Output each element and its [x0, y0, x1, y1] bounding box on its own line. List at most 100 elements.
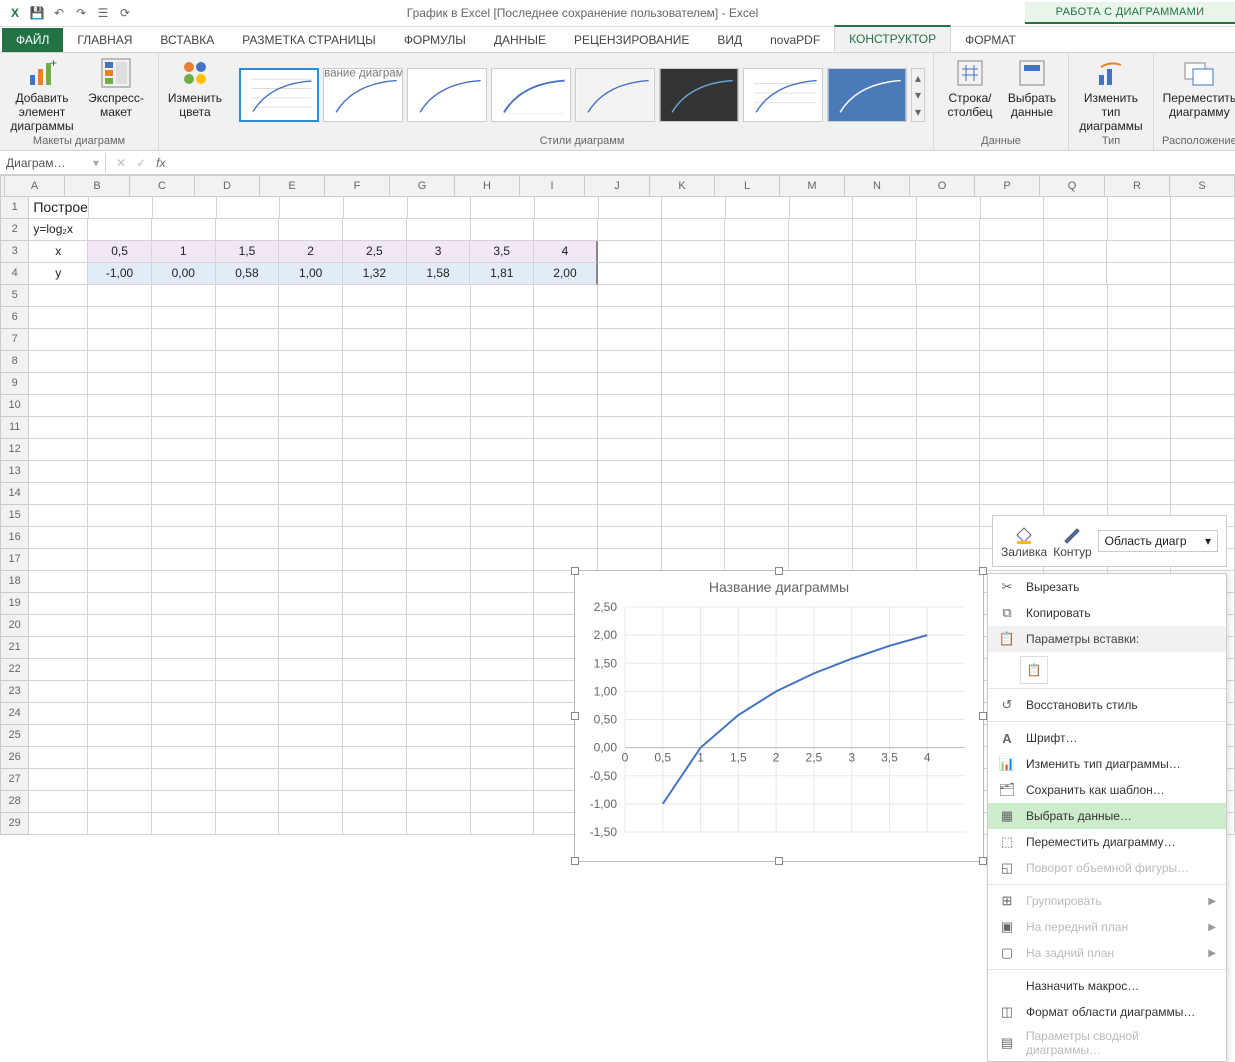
cell[interactable] [1108, 197, 1172, 219]
cell[interactable] [407, 791, 471, 813]
column-header[interactable]: F [325, 175, 390, 197]
cell[interactable] [88, 461, 152, 483]
cm-reset-style[interactable]: ↺Восстановить стиль [988, 692, 1226, 718]
cell[interactable] [279, 769, 343, 791]
cell[interactable] [343, 681, 407, 703]
cell[interactable] [1108, 461, 1172, 483]
cell[interactable] [598, 373, 662, 395]
cell[interactable] [725, 461, 789, 483]
cell[interactable] [853, 307, 917, 329]
cell[interactable] [1107, 263, 1171, 285]
cell[interactable]: 1,32 [343, 263, 407, 285]
cell[interactable] [598, 461, 662, 483]
cell[interactable] [216, 703, 280, 725]
cell[interactable] [29, 483, 88, 505]
cell[interactable] [917, 505, 981, 527]
touch-mode-icon[interactable]: ☰ [94, 4, 112, 22]
cell[interactable] [343, 219, 407, 241]
cell[interactable] [853, 395, 917, 417]
cell[interactable] [88, 791, 152, 813]
cell[interactable] [789, 549, 853, 571]
cell[interactable] [216, 593, 280, 615]
switch-rowcol-button[interactable]: Строка/столбец [942, 57, 998, 119]
cell[interactable] [725, 263, 789, 285]
cell[interactable] [725, 483, 789, 505]
cell[interactable] [980, 461, 1044, 483]
cell[interactable] [1171, 395, 1235, 417]
cell[interactable] [88, 571, 152, 593]
cell[interactable] [343, 395, 407, 417]
cell[interactable] [152, 505, 216, 527]
cell[interactable] [662, 263, 726, 285]
cell[interactable] [471, 329, 535, 351]
cell[interactable] [279, 593, 343, 615]
cell[interactable] [343, 769, 407, 791]
cell[interactable] [1044, 329, 1108, 351]
cell[interactable] [216, 483, 280, 505]
redo-icon[interactable]: ↷ [72, 4, 90, 22]
cm-cut[interactable]: ✂Вырезать [988, 574, 1226, 600]
cell[interactable] [725, 219, 789, 241]
tab-page-layout[interactable]: РАЗМЕТКА СТРАНИЦЫ [228, 28, 390, 52]
chart-title[interactable]: Название диаграммы [575, 571, 983, 599]
cell[interactable] [853, 285, 917, 307]
cell[interactable] [789, 439, 853, 461]
undo-icon[interactable]: ↶ [50, 4, 68, 22]
cell[interactable] [152, 571, 216, 593]
cell[interactable] [1108, 395, 1172, 417]
cell[interactable] [88, 219, 152, 241]
row-header[interactable]: 4 [0, 263, 29, 285]
cell[interactable] [29, 549, 88, 571]
cell[interactable] [343, 329, 407, 351]
cell[interactable] [471, 791, 535, 813]
cell[interactable] [343, 461, 407, 483]
cell[interactable]: 4 [534, 241, 598, 263]
row-header[interactable]: 11 [0, 417, 29, 439]
cell[interactable] [917, 549, 981, 571]
tab-insert[interactable]: ВСТАВКА [146, 28, 228, 52]
accept-icon[interactable]: ✓ [136, 156, 146, 170]
cell[interactable] [152, 681, 216, 703]
cell[interactable] [88, 593, 152, 615]
cell[interactable] [534, 483, 598, 505]
cell[interactable] [279, 329, 343, 351]
cell[interactable] [471, 571, 535, 593]
cell[interactable] [980, 483, 1044, 505]
tab-review[interactable]: РЕЦЕНЗИРОВАНИЕ [560, 28, 703, 52]
cell[interactable] [1171, 373, 1235, 395]
row-header[interactable]: 23 [0, 681, 29, 703]
cell[interactable] [279, 703, 343, 725]
cell[interactable] [535, 197, 599, 219]
cell[interactable] [662, 197, 726, 219]
cell[interactable] [598, 483, 662, 505]
row-header[interactable]: 22 [0, 659, 29, 681]
row-header[interactable]: 1 [0, 197, 29, 219]
cell[interactable] [279, 395, 343, 417]
cell[interactable] [534, 527, 598, 549]
column-header[interactable]: O [910, 175, 975, 197]
cell[interactable] [917, 461, 981, 483]
row-header[interactable]: 17 [0, 549, 29, 571]
cm-change-type[interactable]: 📊Изменить тип диаграммы… [988, 751, 1226, 777]
row-header[interactable]: 25 [0, 725, 29, 747]
cell[interactable] [789, 351, 853, 373]
resize-handle[interactable] [979, 567, 987, 575]
cell[interactable] [216, 659, 280, 681]
cell[interactable] [216, 527, 280, 549]
cell[interactable] [216, 373, 280, 395]
cell[interactable] [1171, 241, 1235, 263]
cell[interactable] [598, 395, 662, 417]
cell[interactable] [152, 417, 216, 439]
cell[interactable] [471, 527, 535, 549]
cell[interactable] [216, 571, 280, 593]
cell[interactable] [88, 659, 152, 681]
cell[interactable]: 1,58 [407, 263, 471, 285]
cell[interactable] [853, 527, 917, 549]
cell[interactable] [471, 285, 535, 307]
add-chart-element-button[interactable]: + Добавить элемент диаграммы [8, 57, 76, 133]
cell[interactable] [980, 285, 1044, 307]
cell[interactable] [343, 505, 407, 527]
cell[interactable] [598, 219, 662, 241]
cell[interactable] [89, 197, 153, 219]
cell[interactable] [343, 593, 407, 615]
